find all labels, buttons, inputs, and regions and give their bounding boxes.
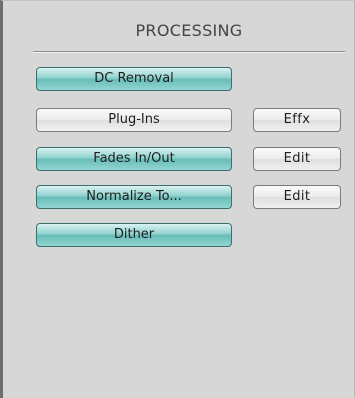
panel-title: PROCESSING: [135, 21, 243, 40]
dither-toggle-button[interactable]: Dither: [36, 223, 232, 247]
normalize-to-toggle-button[interactable]: Normalize To...: [36, 185, 232, 209]
plug-ins-toggle-button[interactable]: Plug-Ins: [36, 108, 232, 132]
dc-removal-toggle-button[interactable]: DC Removal: [36, 67, 232, 91]
normalize-edit-button[interactable]: Edit: [253, 185, 341, 209]
fades-edit-button[interactable]: Edit: [253, 147, 341, 171]
fades-in-out-toggle-button[interactable]: Fades In/Out: [36, 147, 232, 171]
effx-button[interactable]: Effx: [253, 108, 341, 132]
panel-header: PROCESSING: [33, 1, 345, 52]
processing-panel: PROCESSING DC Removal Plug-Ins Effx Fade…: [0, 0, 355, 398]
